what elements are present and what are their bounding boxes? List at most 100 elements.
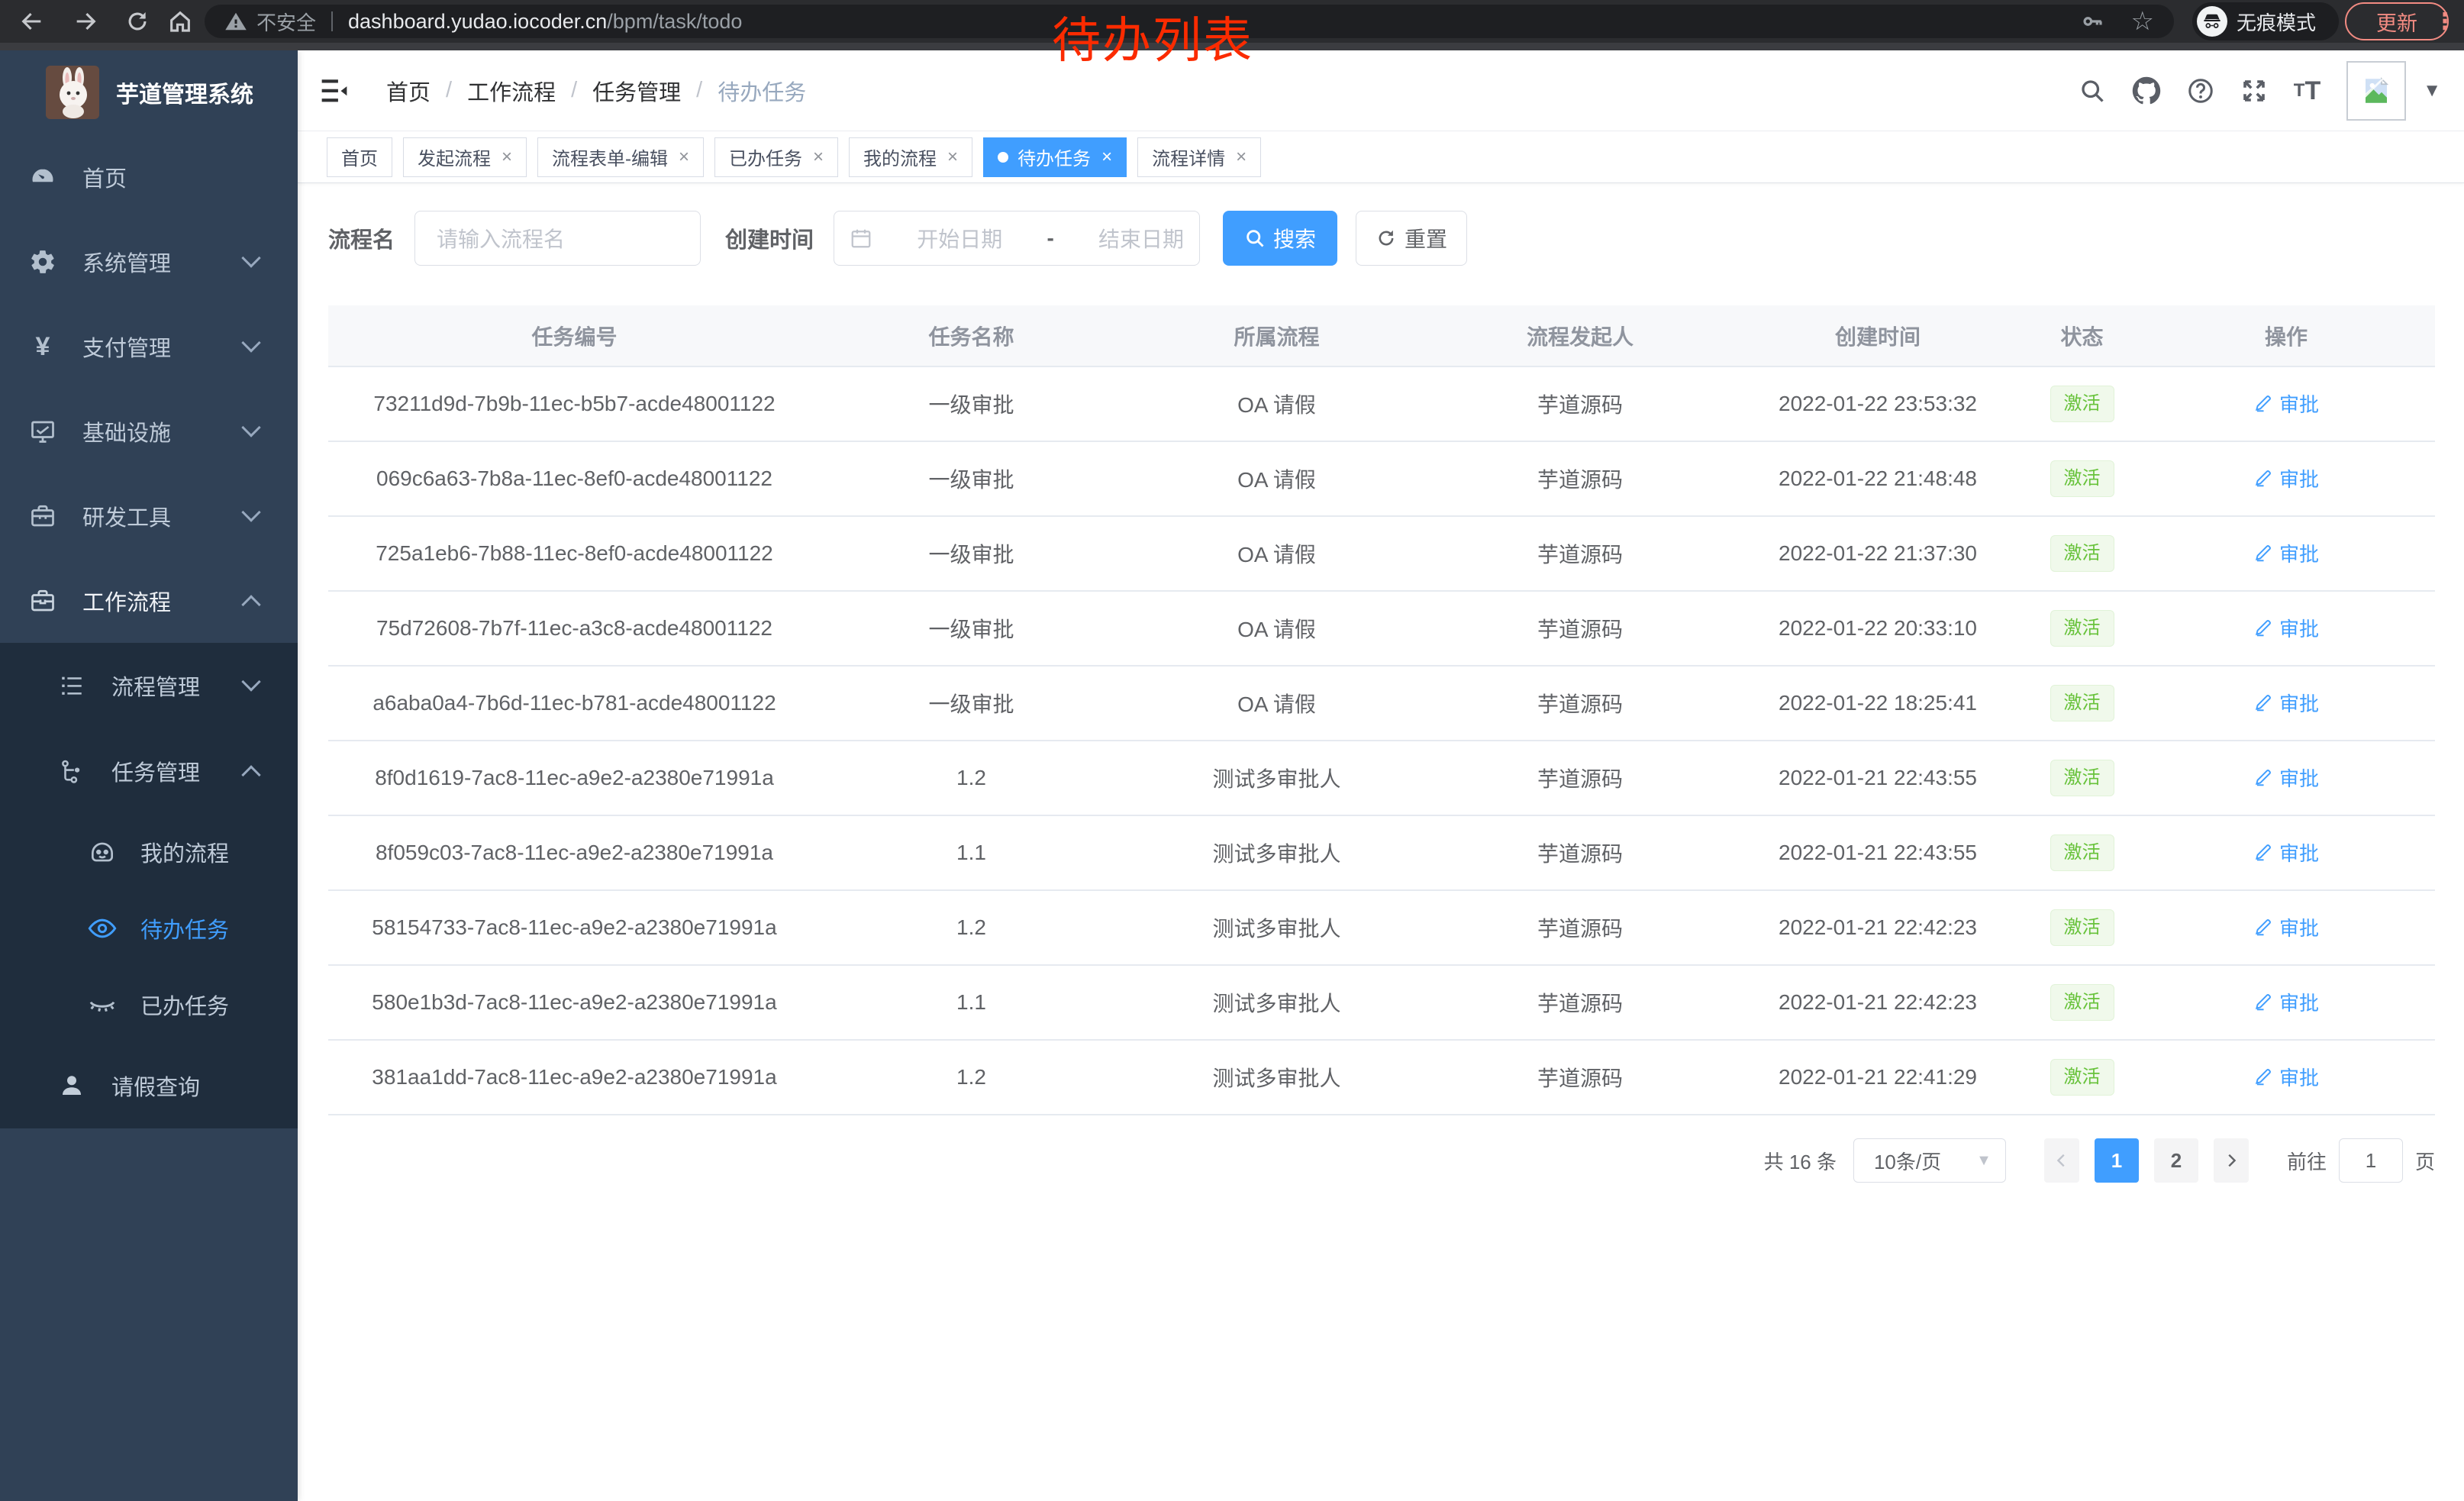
close-icon[interactable]: × xyxy=(502,147,512,168)
col-starter: 流程发起人 xyxy=(1431,305,1729,366)
breadcrumb-current: 待办任务 xyxy=(718,75,806,107)
prev-page-button[interactable] xyxy=(2044,1138,2079,1183)
breadcrumb-workflow[interactable]: 工作流程 xyxy=(467,75,556,107)
sidebar-collapse-button[interactable] xyxy=(319,77,350,105)
range-separator: - xyxy=(1047,226,1053,250)
user-avatar[interactable] xyxy=(2346,61,2406,121)
goto-label: 前往 xyxy=(2287,1147,2327,1175)
search-icon[interactable] xyxy=(2079,77,2106,105)
process-name-input[interactable]: 请输入流程名 xyxy=(414,211,701,266)
sidebar-item-leave-query[interactable]: 请假查询 xyxy=(0,1043,298,1128)
sidebar-item-process-mgmt[interactable]: 流程管理 xyxy=(0,643,298,728)
page-button-2[interactable]: 2 xyxy=(2154,1138,2198,1183)
select-caret-icon: ▼ xyxy=(1976,1152,1992,1170)
tag-my-process[interactable]: 我的流程× xyxy=(849,137,972,177)
help-icon[interactable] xyxy=(2187,77,2214,105)
chevron-right-icon xyxy=(2223,1152,2240,1169)
table-row: 8f0d1619-7ac8-11ec-a9e2-a2380e71991a1.2测… xyxy=(328,741,2435,815)
sidebar-item-label: 已办任务 xyxy=(140,989,229,1021)
browser-forward-button[interactable] xyxy=(67,0,104,43)
url-path: /bpm/task/todo xyxy=(607,10,742,34)
pagination: 共 16 条 10条/页 ▼ 1 2 前往 页 xyxy=(328,1138,2435,1183)
approve-link[interactable]: 审批 xyxy=(2253,988,2319,1016)
tag-process-detail[interactable]: 流程详情× xyxy=(1137,137,1261,177)
page-unit-label: 页 xyxy=(2415,1147,2435,1175)
font-size-icon[interactable]: TT xyxy=(2294,76,2320,106)
gear-icon xyxy=(26,248,60,276)
tag-todo-tasks[interactable]: 待办任务× xyxy=(983,137,1127,177)
monitor-icon xyxy=(26,418,60,445)
goto-page-input[interactable] xyxy=(2339,1138,2403,1183)
refresh-icon xyxy=(1376,228,1397,249)
active-dot xyxy=(998,152,1008,163)
approve-link[interactable]: 审批 xyxy=(2253,464,2319,492)
page-size-select[interactable]: 10条/页 ▼ xyxy=(1853,1138,2006,1183)
status-badge: 激活 xyxy=(2050,685,2114,722)
close-icon[interactable]: × xyxy=(813,147,824,168)
page-content: 流程名 请输入流程名 创建时间 开始日期 - 结束日期 搜索 重置 xyxy=(298,183,2464,1183)
approve-link[interactable]: 审批 xyxy=(2253,913,2319,941)
fullscreen-icon[interactable] xyxy=(2240,77,2268,105)
sidebar-item-todo-tasks[interactable]: 待办任务 xyxy=(0,890,298,967)
approve-link[interactable]: 审批 xyxy=(2253,1063,2319,1091)
tag-process-form-edit[interactable]: 流程表单-编辑× xyxy=(537,137,704,177)
sidebar-item-label: 支付管理 xyxy=(82,331,171,363)
browser-reload-button[interactable] xyxy=(119,0,156,43)
page-button-1[interactable]: 1 xyxy=(2095,1138,2139,1183)
table-row: 580e1b3d-7ac8-11ec-a9e2-a2380e71991a1.1测… xyxy=(328,965,2435,1040)
table-row: 8f059c03-7ac8-11ec-a9e2-a2380e71991a1.1测… xyxy=(328,815,2435,890)
tag-done-tasks[interactable]: 已办任务× xyxy=(714,137,838,177)
edit-icon xyxy=(2253,1067,2273,1086)
status-badge: 激活 xyxy=(2050,460,2114,498)
sidebar-item-label: 任务管理 xyxy=(111,755,200,787)
browser-home-button[interactable] xyxy=(162,0,198,43)
password-key-icon[interactable] xyxy=(2081,9,2105,34)
chevron-down-icon xyxy=(241,248,260,267)
edit-icon xyxy=(2253,692,2273,712)
approve-link[interactable]: 审批 xyxy=(2253,614,2319,642)
browser-menu-icon[interactable]: ⋮ xyxy=(2433,0,2456,43)
sidebar-item-system[interactable]: 系统管理 xyxy=(0,219,298,304)
sidebar-item-devtools[interactable]: 研发工具 xyxy=(0,473,298,558)
close-icon[interactable]: × xyxy=(947,147,958,168)
breadcrumb-home[interactable]: 首页 xyxy=(386,75,431,107)
approve-link[interactable]: 审批 xyxy=(2253,389,2319,418)
sidebar-item-home[interactable]: 首页 xyxy=(0,134,298,219)
chevron-up-icon xyxy=(241,765,260,784)
sidebar-item-payment[interactable]: ¥ 支付管理 xyxy=(0,304,298,389)
incognito-icon xyxy=(2197,6,2227,37)
sidebar-item-label: 流程管理 xyxy=(111,670,200,702)
status-badge: 激活 xyxy=(2050,535,2114,573)
chevron-down-icon xyxy=(241,333,260,352)
close-icon[interactable]: × xyxy=(1236,147,1247,168)
sidebar-item-workflow[interactable]: 工作流程 xyxy=(0,558,298,643)
sidebar-item-infra[interactable]: 基础设施 xyxy=(0,389,298,473)
search-button[interactable]: 搜索 xyxy=(1223,211,1337,266)
next-page-button[interactable] xyxy=(2214,1138,2249,1183)
sidebar-item-task-mgmt[interactable]: 任务管理 xyxy=(0,728,298,814)
app-logo-row[interactable]: 芋道管理系统 xyxy=(0,50,298,134)
approve-link[interactable]: 审批 xyxy=(2253,689,2319,717)
bookmark-star-icon[interactable]: ☆ xyxy=(2131,6,2154,37)
reset-button[interactable]: 重置 xyxy=(1356,211,1467,266)
avatar-dropdown-caret-icon[interactable]: ▼ xyxy=(2423,80,2441,102)
browser-back-button[interactable] xyxy=(14,0,50,43)
close-icon[interactable]: × xyxy=(1101,147,1112,168)
chevron-down-icon xyxy=(241,502,260,521)
status-badge: 激活 xyxy=(2050,386,2114,423)
approve-link[interactable]: 审批 xyxy=(2253,763,2319,792)
github-icon[interactable] xyxy=(2132,76,2161,105)
close-icon[interactable]: × xyxy=(679,147,689,168)
tag-start-process[interactable]: 发起流程× xyxy=(403,137,527,177)
omnibox-divider xyxy=(331,11,333,31)
approve-link[interactable]: 审批 xyxy=(2253,539,2319,567)
tag-home[interactable]: 首页 xyxy=(327,137,392,177)
approve-link[interactable]: 审批 xyxy=(2253,838,2319,867)
top-navbar: 首页 / 工作流程 / 任务管理 / 待办任务 TT ▼ xyxy=(298,50,2464,131)
sidebar-item-done-tasks[interactable]: 已办任务 xyxy=(0,967,298,1043)
sidebar-item-my-process[interactable]: 我的流程 xyxy=(0,814,298,890)
list-icon xyxy=(55,673,89,699)
date-range-picker[interactable]: 开始日期 - 结束日期 xyxy=(834,211,1200,266)
breadcrumb-task-mgmt[interactable]: 任务管理 xyxy=(592,75,681,107)
table-row: 73211d9d-7b9b-11ec-b5b7-acde48001122一级审批… xyxy=(328,366,2435,441)
